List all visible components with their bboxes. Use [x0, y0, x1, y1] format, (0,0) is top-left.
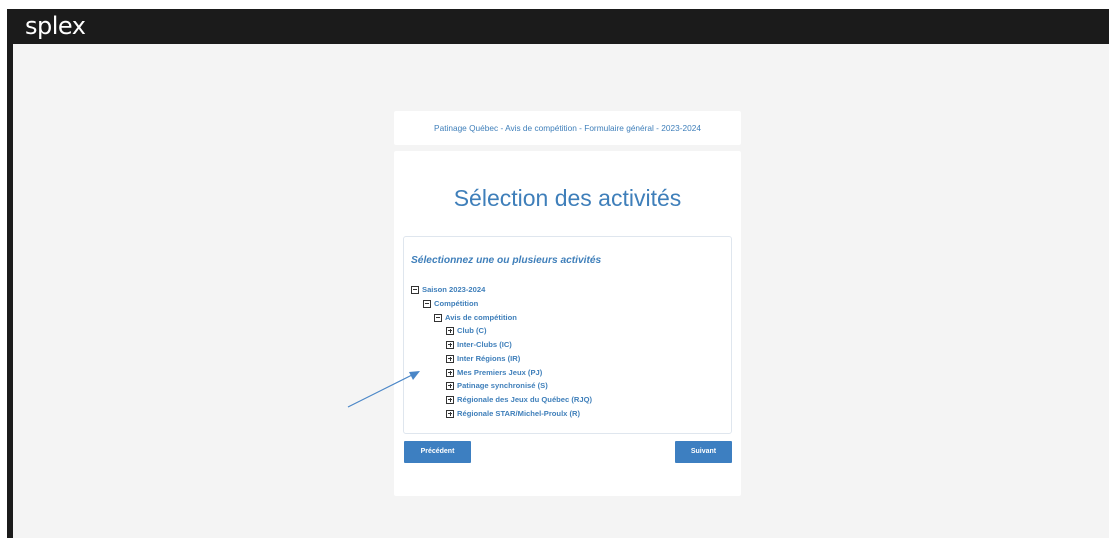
- logo-x: x: [71, 12, 86, 40]
- tree-node-label[interactable]: Club (C): [457, 325, 487, 336]
- next-button[interactable]: Suivant: [675, 441, 732, 463]
- tree-node-label[interactable]: Avis de compétition: [445, 312, 517, 323]
- app-window: splex Patinage Québec - Avis de compétit…: [0, 0, 1109, 538]
- tree-node-label[interactable]: Saison 2023-2024: [422, 284, 485, 295]
- expand-icon[interactable]: [446, 354, 454, 363]
- left-edge: [0, 0, 7, 538]
- tree-node-regionale-jeux-du-quebec[interactable]: Régionale des Jeux du Québec (RJQ): [446, 394, 592, 405]
- tree-node-label[interactable]: Patinage synchronisé (S): [457, 380, 548, 391]
- expand-icon[interactable]: [446, 409, 454, 418]
- expand-icon[interactable]: [446, 381, 454, 390]
- tree-node-patinage-synchronise[interactable]: Patinage synchronisé (S): [446, 380, 548, 391]
- tree-node-label[interactable]: Inter Régions (IR): [457, 353, 520, 364]
- panel-instruction: Sélectionnez une ou plusieurs activités: [411, 255, 602, 266]
- tree-node-competition[interactable]: Compétition: [423, 298, 478, 309]
- form-header-title: Patinage Québec - Avis de compétition - …: [434, 123, 701, 133]
- page-title: Sélection des activités: [453, 185, 682, 211]
- collapse-icon[interactable]: [423, 299, 431, 308]
- expand-icon[interactable]: [446, 340, 454, 349]
- form-header-card: Patinage Québec - Avis de compétition - …: [394, 111, 741, 145]
- expand-icon[interactable]: [446, 395, 454, 404]
- tree-node-regionale-star[interactable]: Régionale STAR/Michel-Proulx (R): [446, 408, 580, 419]
- tree-node-avis-de-competition[interactable]: Avis de compétition: [434, 312, 517, 323]
- tree-node-mes-premiers-jeux[interactable]: Mes Premiers Jeux (PJ): [446, 367, 542, 378]
- tree-node-label[interactable]: Inter-Clubs (IC): [457, 339, 512, 350]
- tree-node-label[interactable]: Régionale STAR/Michel-Proulx (R): [457, 408, 580, 419]
- tree-node-season[interactable]: Saison 2023-2024: [411, 284, 485, 295]
- tree-node-inter-regions[interactable]: Inter Régions (IR): [446, 353, 520, 364]
- logo-text: sple: [25, 12, 72, 40]
- activity-tree-panel: Sélectionnez une ou plusieurs activités …: [403, 236, 732, 434]
- splex-logo[interactable]: splex: [25, 12, 86, 40]
- activity-selection-card: Sélection des activités Sélectionnez une…: [394, 151, 741, 496]
- expand-icon[interactable]: [446, 326, 454, 335]
- previous-button[interactable]: Précédent: [404, 441, 471, 463]
- collapse-icon[interactable]: [411, 285, 419, 294]
- tree-node-inter-clubs[interactable]: Inter-Clubs (IC): [446, 339, 512, 350]
- top-navigation-bar: splex: [7, 9, 1109, 44]
- tree-node-club[interactable]: Club (C): [446, 325, 487, 336]
- collapse-icon[interactable]: [434, 313, 442, 322]
- expand-icon[interactable]: [446, 368, 454, 377]
- tree-node-label[interactable]: Régionale des Jeux du Québec (RJQ): [457, 394, 592, 405]
- tree-node-label[interactable]: Mes Premiers Jeux (PJ): [457, 367, 542, 378]
- tree-node-label[interactable]: Compétition: [434, 298, 478, 309]
